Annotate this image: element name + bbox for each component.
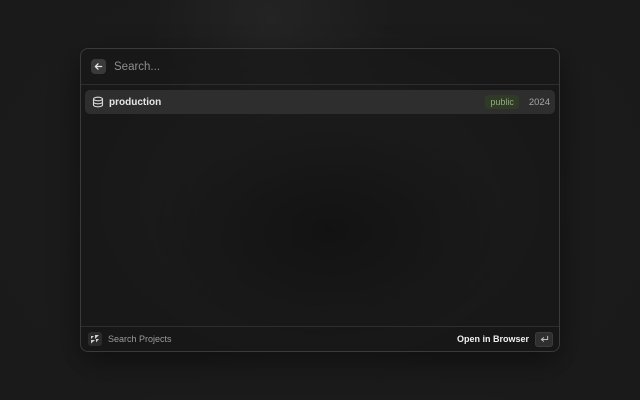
database-icon bbox=[91, 95, 105, 109]
app-logo-icon bbox=[88, 332, 102, 346]
footer-label: Search Projects bbox=[108, 334, 172, 344]
arrow-left-icon bbox=[94, 63, 103, 70]
project-year: 2024 bbox=[528, 96, 550, 108]
footer-bar: Search Projects Open in Browser bbox=[81, 326, 559, 351]
search-input[interactable] bbox=[114, 54, 559, 79]
enter-key-icon[interactable] bbox=[535, 331, 553, 347]
visibility-badge: public bbox=[485, 95, 519, 109]
results-list: production public 2024 bbox=[85, 90, 555, 114]
back-button[interactable] bbox=[91, 59, 106, 74]
command-palette: production public 2024 Search Projects O… bbox=[80, 48, 560, 352]
search-bar bbox=[81, 49, 559, 85]
list-item[interactable]: production public 2024 bbox=[85, 90, 555, 114]
project-name: production bbox=[109, 96, 162, 108]
open-in-browser-button[interactable]: Open in Browser bbox=[457, 334, 529, 344]
